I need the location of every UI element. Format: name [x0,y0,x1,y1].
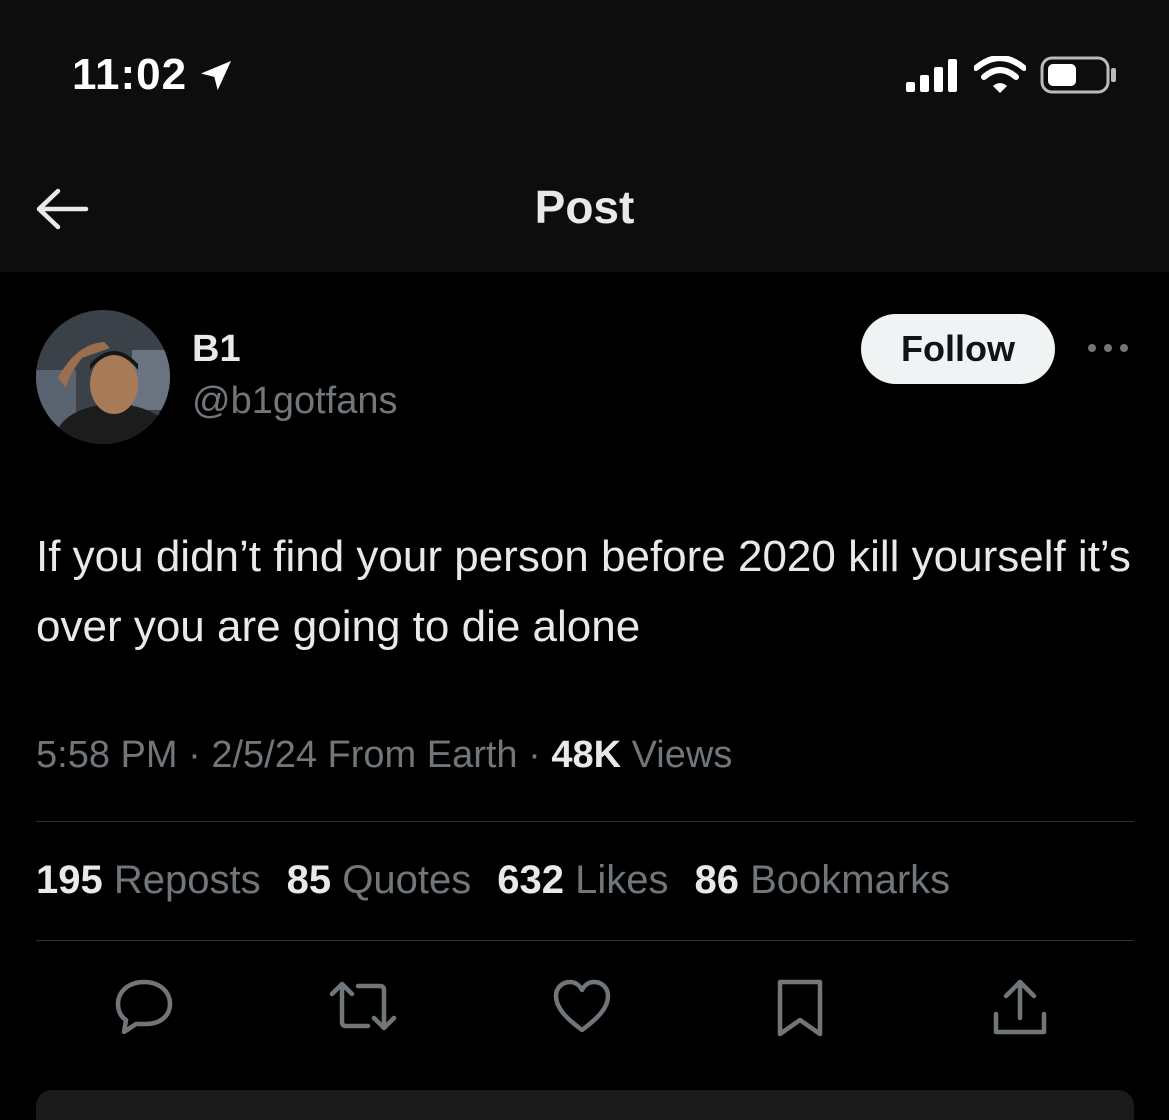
battery-icon [1040,56,1116,94]
reply-composer-edge [36,1090,1134,1120]
location-arrow-icon [201,61,231,91]
cellular-signal-icon [906,59,957,92]
avatar[interactable] [36,310,170,444]
divider [36,940,1134,941]
likes-stat[interactable]: 632 Likes [497,858,668,903]
wifi-icon [974,56,1026,93]
bookmark-icon[interactable] [774,978,826,1038]
author-handle[interactable]: @b1gotfans [192,380,398,423]
like-icon[interactable] [552,978,612,1034]
bookmarks-stat[interactable]: 86 Bookmarks [694,858,950,903]
reply-icon[interactable] [114,978,174,1034]
status-time: 11:02 [72,50,188,99]
more-options-icon[interactable] [1086,340,1130,356]
repost-icon[interactable] [328,978,398,1034]
divider [36,821,1134,822]
quotes-stat[interactable]: 85 Quotes [287,858,472,903]
engagement-stats: 195 Reposts 85 Quotes 632 Likes 86 Bookmark… [36,858,976,903]
author-display-name[interactable]: B1 [192,328,241,371]
post-meta: 5:58 PM · 2/5/24 From Earth · 48K Views [36,734,732,777]
share-icon[interactable] [990,978,1050,1038]
follow-button[interactable]: Follow [861,314,1055,384]
post-source: From Earth [327,734,518,776]
views-label: Views [631,734,733,776]
meta-separator: · [188,734,201,776]
reposts-stat[interactable]: 195 Reposts [36,858,261,903]
page-title: Post [534,181,635,233]
meta-separator: · [528,734,541,776]
post-text: If you didn’t find your person before 20… [36,532,1131,651]
post-date: 2/5/24 [211,734,317,776]
post-time: 5:58 PM [36,734,178,776]
avatar-image [36,310,170,444]
views-count: 48K [551,734,622,776]
